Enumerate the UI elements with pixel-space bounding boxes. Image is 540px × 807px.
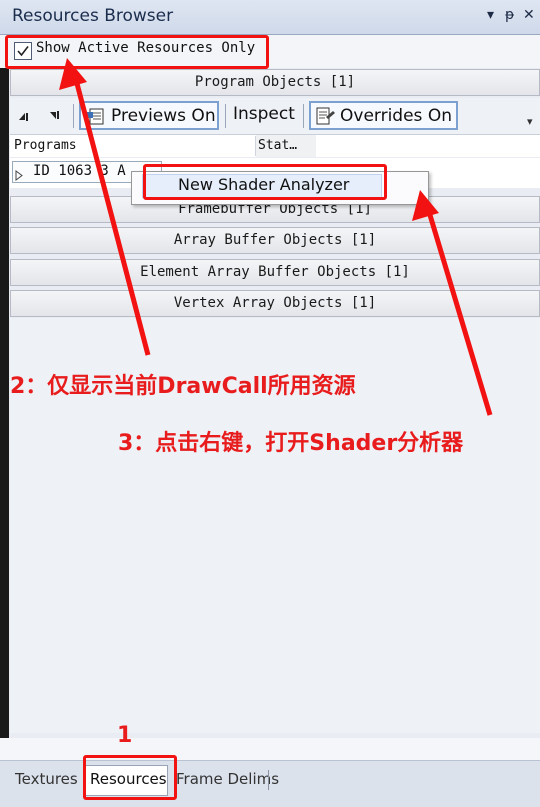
annotation-step-1: 1 xyxy=(117,723,133,748)
annotation-arrow-3 xyxy=(424,204,493,416)
annotation-step-3: 3：点击右键，打开Shader分析器 xyxy=(118,431,464,456)
annotation-step-2: 2：仅显示当前DrawCall所用资源 xyxy=(10,374,356,399)
annotation-arrowhead-2 xyxy=(59,58,87,90)
annotation-arrowhead-3 xyxy=(412,190,439,221)
annotation-arrows xyxy=(59,58,493,416)
annotation-arrow-2 xyxy=(71,71,151,356)
